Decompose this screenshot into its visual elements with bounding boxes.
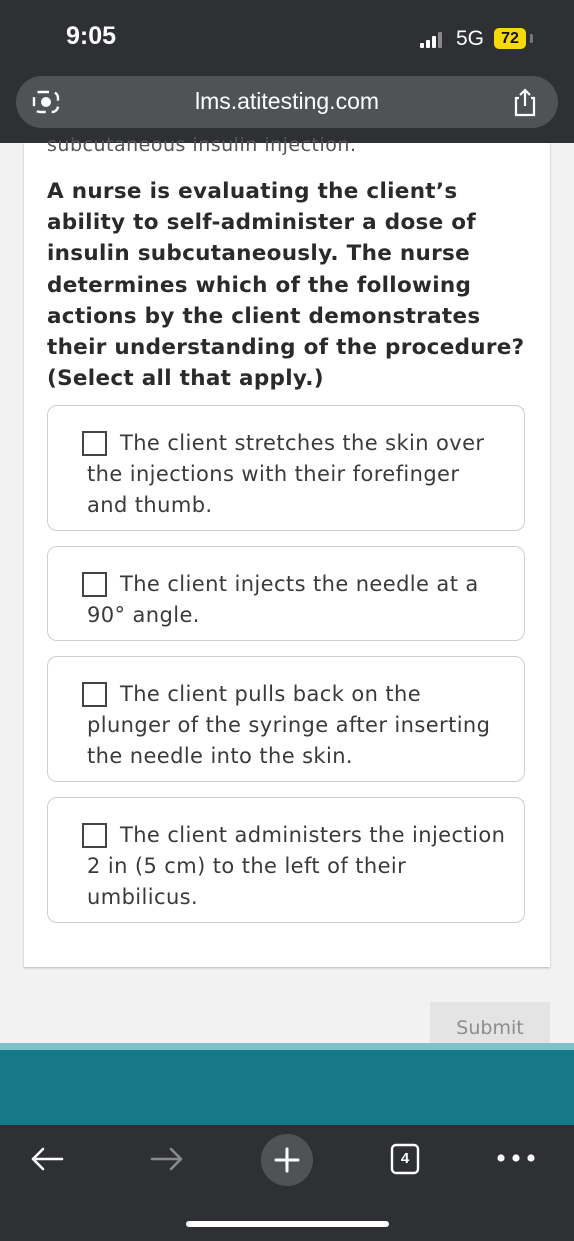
url-text[interactable]: lms.atitesting.com (16, 88, 558, 115)
answer-option-label: The client pulls back on the plunger of … (87, 682, 491, 768)
answer-option[interactable]: The client stretches the skin over the i… (47, 405, 525, 531)
url-bar[interactable]: lms.atitesting.com (16, 76, 558, 128)
battery-tip (530, 34, 533, 43)
battery-icon: 72 (494, 28, 526, 49)
submit-button[interactable]: Submit (430, 1002, 550, 1043)
answer-option-label: The client administers the injection 2 i… (87, 823, 506, 909)
answer-option[interactable]: The client injects the needle at a 90° a… (47, 546, 525, 641)
more-options-icon[interactable] (496, 1153, 536, 1163)
footer-band (0, 1050, 574, 1125)
tabs-count: 4 (400, 1150, 410, 1167)
home-indicator (186, 1221, 389, 1227)
status-time: 9:05 (66, 22, 117, 50)
network-label: 5G (456, 27, 485, 50)
answer-option-label: The client injects the needle at a 90° a… (87, 572, 479, 627)
share-icon[interactable] (512, 87, 538, 117)
back-arrow-icon[interactable] (30, 1147, 64, 1171)
answer-option[interactable]: The client administers the injection 2 i… (47, 797, 525, 923)
answer-option-label: The client stretches the skin over the i… (87, 431, 485, 517)
question-text: A nurse is evaluating the client’s abili… (47, 179, 525, 392)
new-tab-icon[interactable] (260, 1133, 314, 1187)
signal-icon (420, 32, 444, 48)
browser-header: 9:05 5G 72 lms.atitesting.com (0, 0, 574, 143)
answer-option[interactable]: The client pulls back on the plunger of … (47, 656, 525, 782)
forward-arrow-icon[interactable] (150, 1147, 184, 1171)
question-card: subcutaneous insulin injection. A nurse … (24, 134, 550, 967)
previous-text-cutoff: subcutaneous insulin injection. (47, 134, 357, 156)
footer-accent-line (0, 1043, 574, 1050)
